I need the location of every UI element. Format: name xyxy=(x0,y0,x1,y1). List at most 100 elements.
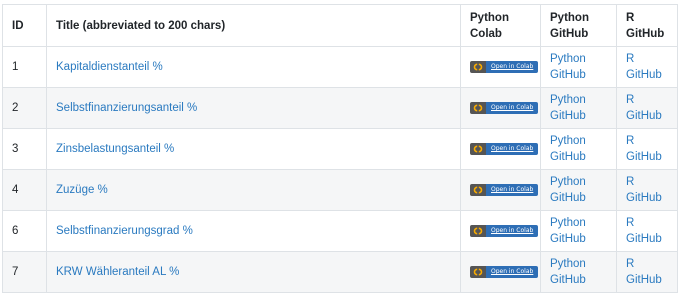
header-r-github: R GitHub xyxy=(616,4,678,47)
open-in-colab-label: Open in Colab xyxy=(486,224,539,237)
table-header-row: ID Title (abbreviated to 200 chars) Pyth… xyxy=(2,4,678,47)
r-github-link[interactable]: R GitHub xyxy=(626,135,662,163)
row-title-cell: KRW Wähleranteil AL % xyxy=(46,251,461,293)
r-github-link-line2: GitHub xyxy=(626,192,662,204)
row-title-link[interactable]: Zinsbelastungsanteil % xyxy=(56,143,174,155)
header-python-colab-line2: Colab xyxy=(470,27,502,40)
colab-logo-icon xyxy=(470,60,486,73)
row-title-cell: Selbstfinanzierungsanteil % xyxy=(46,87,461,129)
row-colab-cell: Open in Colab xyxy=(460,210,541,252)
row-colab-cell: Open in Colab xyxy=(460,46,541,88)
row-r-github-cell: R GitHub xyxy=(616,128,678,170)
table-row: 1 Kapitaldienstanteil % Open in Colab Py… xyxy=(2,46,678,88)
r-github-link[interactable]: R GitHub xyxy=(626,217,662,245)
open-in-colab-label: Open in Colab xyxy=(486,60,539,73)
colab-logo-icon xyxy=(470,183,486,196)
python-github-link[interactable]: Python GitHub xyxy=(550,217,586,245)
row-id: 3 xyxy=(2,128,47,170)
table-row: 6 Selbstfinanzierungsgrad % Open in Cola… xyxy=(2,210,678,252)
row-r-github-cell: R GitHub xyxy=(616,169,678,211)
row-title-link[interactable]: Zuzüge % xyxy=(56,184,108,196)
python-github-link-line2: GitHub xyxy=(550,151,586,163)
colab-logo-icon xyxy=(470,265,486,278)
row-python-github-cell: Python GitHub xyxy=(540,251,617,293)
python-github-link-line1: Python xyxy=(550,258,586,270)
header-python-colab: Python Colab xyxy=(460,4,541,47)
r-github-link-line2: GitHub xyxy=(626,233,662,245)
r-github-link-line1: R xyxy=(626,258,635,270)
row-colab-cell: Open in Colab xyxy=(460,169,541,211)
row-title-cell: Zuzüge % xyxy=(46,169,461,211)
row-python-github-cell: Python GitHub xyxy=(540,169,617,211)
open-in-colab-badge[interactable]: Open in Colab xyxy=(470,265,539,278)
open-in-colab-label: Open in Colab xyxy=(486,101,539,114)
python-github-link-line1: Python xyxy=(550,176,586,188)
python-github-link[interactable]: Python GitHub xyxy=(550,258,586,286)
r-github-link[interactable]: R GitHub xyxy=(626,53,662,81)
table-row: 2 Selbstfinanzierungsanteil % Open in Co… xyxy=(2,87,678,129)
open-in-colab-label: Open in Colab xyxy=(486,265,539,278)
table-body: 1 Kapitaldienstanteil % Open in Colab Py… xyxy=(2,46,678,293)
row-title-cell: Selbstfinanzierungsgrad % xyxy=(46,210,461,252)
row-python-github-cell: Python GitHub xyxy=(540,87,617,129)
python-github-link-line1: Python xyxy=(550,94,586,106)
python-github-link[interactable]: Python GitHub xyxy=(550,176,586,204)
python-github-link[interactable]: Python GitHub xyxy=(550,94,586,122)
table-row: 7 KRW Wähleranteil AL % Open in Colab Py… xyxy=(2,251,678,293)
r-github-link-line1: R xyxy=(626,217,635,229)
colab-logo-icon xyxy=(470,142,486,155)
row-title-link[interactable]: Selbstfinanzierungsanteil % xyxy=(56,102,197,114)
row-r-github-cell: R GitHub xyxy=(616,210,678,252)
row-python-github-cell: Python GitHub xyxy=(540,46,617,88)
table-row: 3 Zinsbelastungsanteil % Open in Colab P… xyxy=(2,128,678,170)
header-r-github-line1: R xyxy=(626,11,635,24)
open-in-colab-badge[interactable]: Open in Colab xyxy=(470,60,539,73)
python-github-link-line2: GitHub xyxy=(550,110,586,122)
row-r-github-cell: R GitHub xyxy=(616,87,678,129)
open-in-colab-badge[interactable]: Open in Colab xyxy=(470,142,539,155)
row-colab-cell: Open in Colab xyxy=(460,251,541,293)
row-id: 4 xyxy=(2,169,47,211)
header-r-github-line2: GitHub xyxy=(626,27,665,40)
notebooks-table: ID Title (abbreviated to 200 chars) Pyth… xyxy=(2,4,678,293)
row-python-github-cell: Python GitHub xyxy=(540,128,617,170)
row-id: 7 xyxy=(2,251,47,293)
r-github-link-line1: R xyxy=(626,53,635,65)
colab-logo-icon xyxy=(470,224,486,237)
python-github-link[interactable]: Python GitHub xyxy=(550,53,586,81)
header-python-colab-line1: Python xyxy=(470,11,509,24)
header-title: Title (abbreviated to 200 chars) xyxy=(46,4,461,47)
python-github-link[interactable]: Python GitHub xyxy=(550,135,586,163)
r-github-link-line1: R xyxy=(626,176,635,188)
row-r-github-cell: R GitHub xyxy=(616,251,678,293)
row-colab-cell: Open in Colab xyxy=(460,128,541,170)
row-colab-cell: Open in Colab xyxy=(460,87,541,129)
header-python-github-line2: GitHub xyxy=(550,27,589,40)
table-row: 4 Zuzüge % Open in Colab Python GitHub R… xyxy=(2,169,678,211)
row-r-github-cell: R GitHub xyxy=(616,46,678,88)
python-github-link-line2: GitHub xyxy=(550,274,586,286)
r-github-link[interactable]: R GitHub xyxy=(626,176,662,204)
row-id: 2 xyxy=(2,87,47,129)
row-title-link[interactable]: Kapitaldienstanteil % xyxy=(56,61,163,73)
r-github-link-line2: GitHub xyxy=(626,69,662,81)
r-github-link[interactable]: R GitHub xyxy=(626,94,662,122)
header-python-github-line1: Python xyxy=(550,11,589,24)
open-in-colab-badge[interactable]: Open in Colab xyxy=(470,224,539,237)
r-github-link-line2: GitHub xyxy=(626,274,662,286)
row-title-cell: Kapitaldienstanteil % xyxy=(46,46,461,88)
python-github-link-line2: GitHub xyxy=(550,233,586,245)
row-title-link[interactable]: Selbstfinanzierungsgrad % xyxy=(56,225,193,237)
python-github-link-line1: Python xyxy=(550,217,586,229)
header-id: ID xyxy=(2,4,47,47)
row-title-link[interactable]: KRW Wähleranteil AL % xyxy=(56,266,179,278)
row-python-github-cell: Python GitHub xyxy=(540,210,617,252)
open-in-colab-badge[interactable]: Open in Colab xyxy=(470,101,539,114)
python-github-link-line2: GitHub xyxy=(550,69,586,81)
row-id: 6 xyxy=(2,210,47,252)
r-github-link-line2: GitHub xyxy=(626,151,662,163)
open-in-colab-badge[interactable]: Open in Colab xyxy=(470,183,539,196)
python-github-link-line1: Python xyxy=(550,135,586,147)
colab-logo-icon xyxy=(470,101,486,114)
r-github-link[interactable]: R GitHub xyxy=(626,258,662,286)
